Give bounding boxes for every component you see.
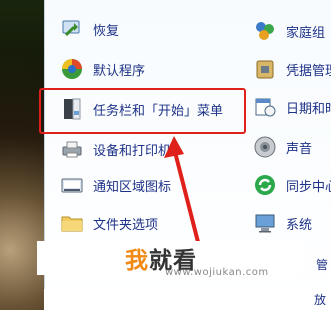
control-item-homegroup[interactable]: 家庭组: [252, 14, 325, 48]
control-item-date-time[interactable]: 日期和时: [252, 90, 331, 124]
red-arrow-icon: [164, 136, 200, 244]
notification-area-icon: [59, 172, 85, 198]
control-item-label: 凭据管理: [286, 63, 331, 79]
control-item-label-partial[interactable]: 管: [316, 256, 328, 273]
control-item-system[interactable]: 系统: [252, 206, 312, 240]
control-item-folder-options[interactable]: 文件夹选项: [59, 206, 158, 240]
printer-icon: [59, 136, 85, 162]
control-item-credential-manager[interactable]: 凭据管理: [252, 52, 331, 86]
watermark-banner: 我就看 www.wojiukan.com: [37, 241, 303, 278]
control-item-label: 文件夹选项: [93, 217, 159, 233]
control-item-sound[interactable]: 声音: [252, 130, 312, 164]
system-icon: [252, 210, 278, 236]
homegroup-icon: [252, 18, 278, 44]
folder-icon: [59, 210, 85, 236]
watermark-url: www.wojiukan.com: [165, 267, 269, 278]
control-item-default-programs[interactable]: 默认程序: [59, 52, 145, 86]
control-item-restore[interactable]: 恢复: [59, 12, 119, 46]
control-item-label: 默认程序: [93, 63, 146, 79]
bottom-partial-row: 放: [44, 289, 331, 310]
control-item-label: 声音: [286, 141, 313, 157]
control-item-label: 系统: [286, 217, 313, 233]
date-time-icon: [252, 94, 278, 120]
control-item-label-partial[interactable]: 放: [314, 291, 326, 308]
highlight-box: [39, 88, 246, 134]
control-item-label: 恢复: [93, 23, 120, 39]
control-item-sync-center[interactable]: 同步中心: [252, 168, 331, 202]
sync-center-icon: [252, 172, 278, 198]
default-programs-icon: [59, 56, 85, 82]
control-item-label: 日期和时: [286, 101, 331, 117]
credential-icon: [252, 56, 278, 82]
control-item-label: 家庭组: [286, 25, 326, 41]
control-item-label: 同步中心: [286, 179, 331, 195]
restore-icon: [59, 16, 85, 42]
sound-icon: [252, 134, 278, 160]
